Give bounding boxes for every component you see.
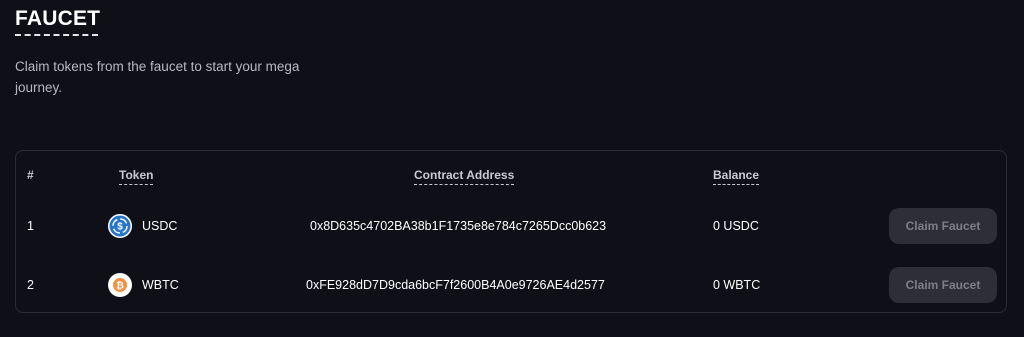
token-name: WBTC (142, 278, 179, 292)
token-cell: ₿ WBTC (108, 265, 179, 305)
column-header-index: # (27, 168, 34, 182)
contract-address: 0x8D635c4702BA38b1F1735e8e784c7265Dcc0b6… (310, 219, 607, 233)
claim-faucet-button[interactable]: Claim Faucet (889, 208, 997, 244)
token-cell: $ USDC (108, 206, 177, 246)
wbtc-icon: ₿ (108, 273, 132, 297)
usdc-icon: $ (108, 214, 132, 238)
svg-text:₿: ₿ (116, 281, 124, 292)
page-subtitle: Claim tokens from the faucet to start yo… (15, 59, 300, 95)
faucet-table: # Token Contract Address Balance 1 $ USD… (15, 150, 1007, 313)
column-header-contract-address[interactable]: Contract Address (414, 168, 515, 185)
token-balance: 0 USDC (713, 219, 759, 233)
svg-text:$: $ (117, 222, 123, 233)
table-row: 1 $ USDC 0x8D635c4702BA38b1F1735e8e784c7… (16, 206, 1006, 246)
row-index: 2 (27, 278, 34, 292)
token-balance: 0 WBTC (713, 278, 761, 292)
column-header-balance[interactable]: Balance (713, 168, 760, 185)
title-underline (15, 34, 98, 36)
column-header-token[interactable]: Token (119, 168, 154, 185)
token-name: USDC (142, 219, 178, 233)
table-row: 2 ₿ WBTC 0xFE928dD7D9cda6bcF7f2600B4A0e9… (16, 265, 1006, 305)
faucet-page: FAUCET Claim tokens from the faucet to s… (0, 0, 1024, 337)
contract-address: 0xFE928dD7D9cda6bcF7f2600B4A0e9726AE4d25… (306, 278, 605, 292)
claim-faucet-button[interactable]: Claim Faucet (889, 267, 997, 303)
row-index: 1 (27, 219, 34, 233)
page-title: FAUCET (15, 7, 101, 30)
